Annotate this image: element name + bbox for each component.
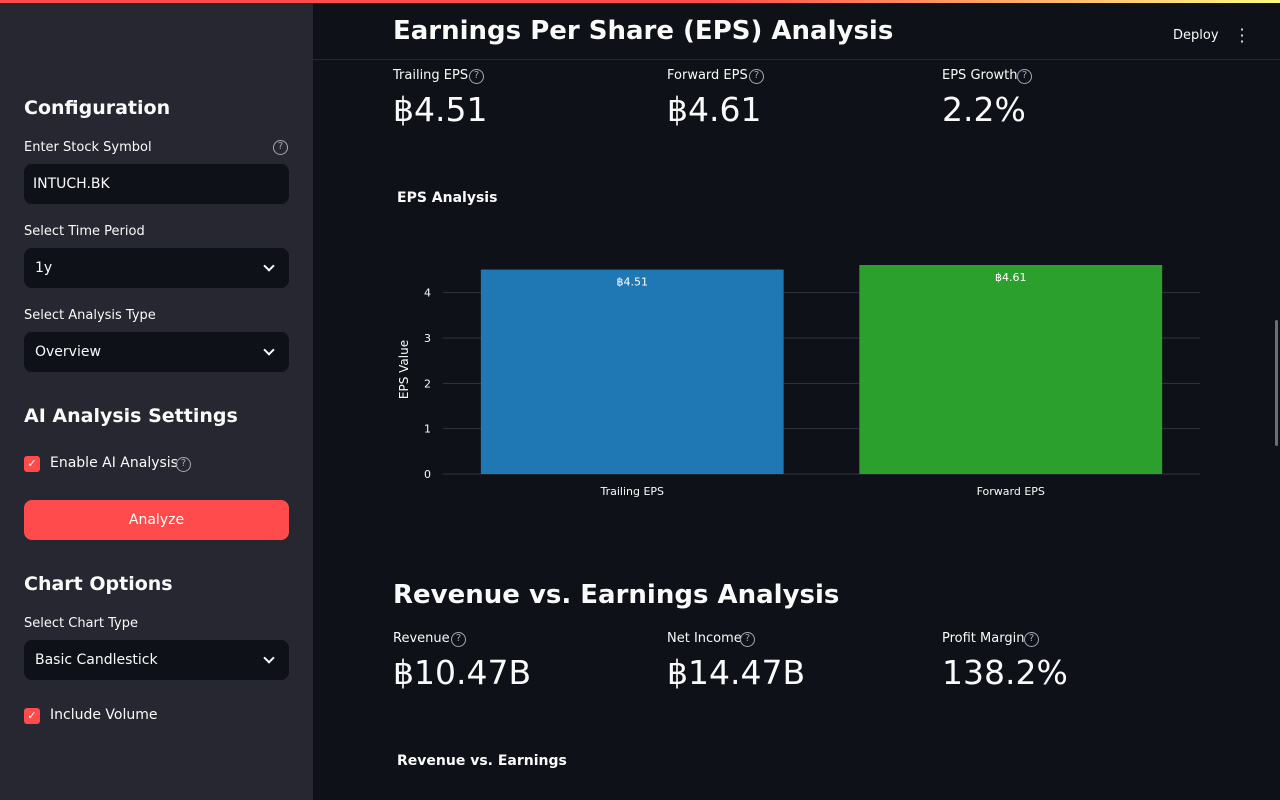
bar (859, 265, 1163, 474)
trailing-eps-label: Trailing EPS (393, 68, 469, 83)
time-period-value: 1y (35, 260, 53, 276)
time-period-select[interactable]: 1y (24, 248, 289, 288)
revenue-value: ฿10.47B (393, 653, 532, 692)
include-volume-checkbox[interactable]: ✓ (24, 708, 40, 724)
analysis-type-select[interactable]: Overview (24, 332, 289, 372)
main-content: Earnings Per Share (EPS) Analysis Deploy… (313, 0, 1280, 800)
analyze-button-label: Analyze (128, 512, 185, 528)
page-title: Earnings Per Share (EPS) Analysis (393, 16, 894, 46)
profit-margin-value: 138.2% (942, 653, 1068, 692)
y-tick-label: 0 (424, 468, 431, 481)
analyze-button[interactable]: Analyze (24, 500, 289, 540)
analysis-type-value: Overview (35, 344, 101, 360)
enable-ai-label[interactable]: Enable AI Analysis (50, 455, 178, 471)
ai-settings-heading: AI Analysis Settings (24, 405, 238, 427)
revenue-section-title: Revenue vs. Earnings Analysis (393, 580, 840, 610)
forward-eps-value: ฿4.61 (667, 90, 762, 129)
x-tick-label: Forward EPS (977, 485, 1045, 498)
forward-eps-label: Forward EPS (667, 68, 748, 83)
deploy-button[interactable]: Deploy (1173, 28, 1219, 43)
help-icon[interactable]: ? (1024, 632, 1039, 647)
scrollbar-thumb[interactable] (1275, 320, 1278, 446)
help-icon[interactable]: ? (273, 140, 288, 155)
time-period-label: Select Time Period (24, 224, 145, 239)
top-accent-bar (0, 0, 1280, 3)
help-icon[interactable]: ? (469, 69, 484, 84)
help-icon[interactable]: ? (749, 69, 764, 84)
analysis-type-label: Select Analysis Type (24, 308, 156, 323)
eps-growth-label: EPS Growth (942, 68, 1018, 83)
sidebar: Configuration Enter Stock Symbol ? INTUC… (0, 0, 313, 800)
include-volume-label[interactable]: Include Volume (50, 707, 157, 723)
enable-ai-checkbox[interactable]: ✓ (24, 456, 40, 472)
kebab-menu-icon[interactable]: · · · (1238, 22, 1246, 50)
stock-symbol-input[interactable]: INTUCH.BK (24, 164, 289, 204)
y-tick-label: 1 (424, 423, 431, 436)
revenue-label: Revenue (393, 631, 450, 646)
y-tick-label: 2 (424, 377, 431, 390)
bar-data-label: ฿4.51 (617, 276, 649, 289)
eps-chart-title: EPS Analysis (397, 190, 498, 206)
net-income-value: ฿14.47B (667, 653, 806, 692)
eps-growth-value: 2.2% (942, 90, 1026, 129)
help-icon[interactable]: ? (451, 632, 466, 647)
configuration-heading: Configuration (24, 97, 171, 119)
chart-type-select[interactable]: Basic Candlestick (24, 640, 289, 680)
eps-bar-chart: 0 1 2 3 4 EPS Value ฿4.51 Trailing EPS ฿4.61 Forw… (397, 265, 1200, 498)
header-divider (313, 59, 1280, 60)
chevron-down-icon (263, 260, 275, 272)
chevron-down-icon (263, 652, 275, 664)
trailing-eps-value: ฿4.51 (393, 90, 488, 129)
chart-type-label: Select Chart Type (24, 616, 138, 631)
revenue-chart-title: Revenue vs. Earnings (397, 753, 567, 769)
chart-type-value: Basic Candlestick (35, 652, 158, 668)
net-income-label: Net Income (667, 631, 742, 646)
bar (480, 269, 784, 474)
help-icon[interactable]: ? (1017, 69, 1032, 84)
bar-data-label: ฿4.61 (995, 271, 1027, 284)
chart-options-heading: Chart Options (24, 573, 173, 595)
stock-symbol-value: INTUCH.BK (33, 176, 110, 192)
y-tick-label: 4 (424, 287, 431, 300)
help-icon[interactable]: ? (176, 457, 191, 472)
chevron-down-icon (263, 344, 275, 356)
profit-margin-label: Profit Margin (942, 631, 1025, 646)
y-axis-label: EPS Value (397, 340, 411, 399)
y-tick-label: 3 (424, 332, 431, 345)
stock-symbol-label: Enter Stock Symbol (24, 140, 152, 155)
help-icon[interactable]: ? (740, 632, 755, 647)
x-tick-label: Trailing EPS (599, 485, 664, 498)
